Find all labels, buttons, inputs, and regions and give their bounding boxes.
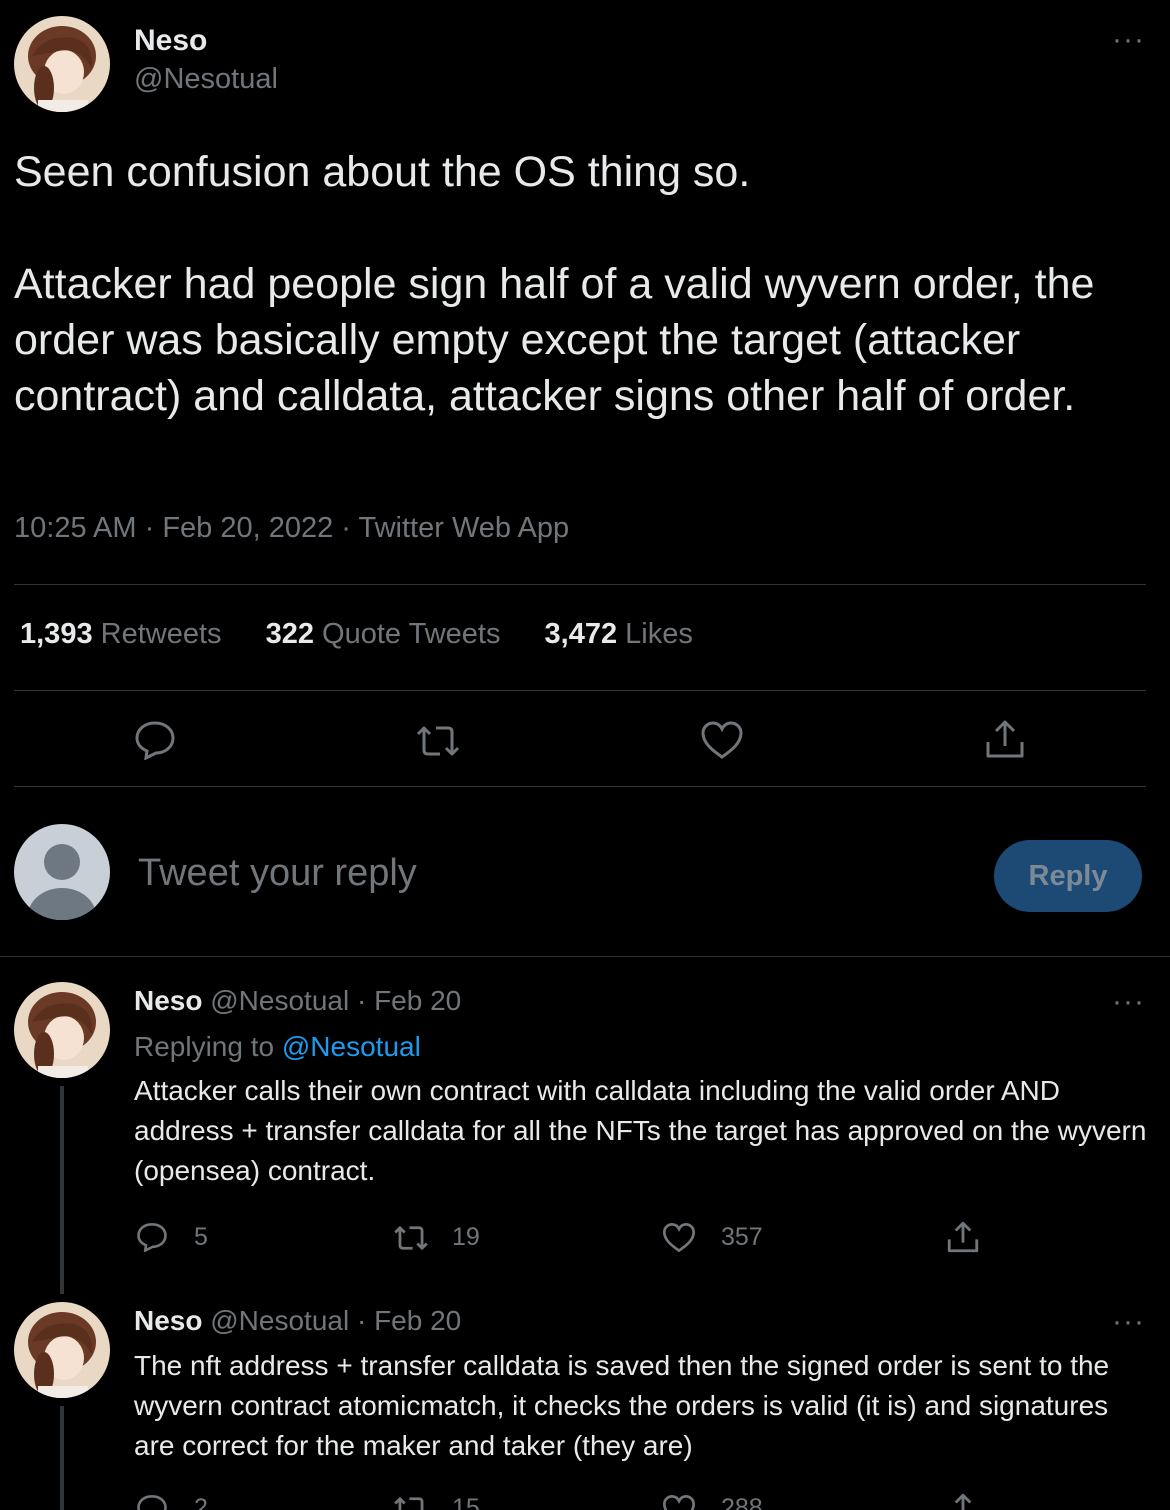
- share-icon[interactable]: [946, 1220, 980, 1259]
- retweet-count: 15: [452, 1494, 480, 1510]
- like-count: 288: [721, 1494, 763, 1510]
- reply-text: The nft address + transfer calldata is s…: [134, 1350, 1110, 1461]
- reply-header: Neso @Nesotual · Feb 20: [134, 985, 461, 1017]
- tweet-text: Seen confusion about the OS thing so. At…: [14, 144, 1154, 424]
- reply-icon[interactable]: [134, 720, 176, 765]
- retweet-count: 19: [452, 1223, 480, 1251]
- replying-to: Replying to @Nesotual: [134, 1031, 421, 1063]
- reply-icon[interactable]: [136, 1494, 168, 1510]
- divider: [14, 584, 1146, 585]
- thread-connector: [60, 1086, 64, 1294]
- divider: [0, 956, 1170, 957]
- more-icon[interactable]: ···: [1112, 1307, 1145, 1337]
- reply-input[interactable]: Tweet your reply: [138, 852, 417, 895]
- retweets-count: 1,393: [20, 618, 93, 650]
- quotes-stat[interactable]: 322 Quote Tweets: [266, 618, 501, 650]
- retweet-icon[interactable]: [414, 722, 462, 765]
- default-avatar-icon: [14, 824, 110, 920]
- likes-stat[interactable]: 3,472 Likes: [545, 618, 693, 650]
- tweet-page: Neso @Nesotual ··· Seen confusion about …: [0, 0, 1170, 1510]
- like-count: 357: [721, 1223, 763, 1251]
- quotes-label: Quote Tweets: [322, 618, 501, 650]
- divider: [14, 786, 1146, 787]
- share-icon[interactable]: [984, 718, 1026, 765]
- like-icon[interactable]: [662, 1222, 696, 1258]
- retweet-icon[interactable]: [392, 1223, 430, 1258]
- replying-to-link[interactable]: @Nesotual: [282, 1031, 421, 1062]
- tweet-text-paragraph: Seen confusion about the OS thing so.: [14, 148, 751, 196]
- reply-author-handle[interactable]: @Nesotual: [210, 985, 349, 1016]
- reply-header: Neso @Nesotual · Feb 20: [134, 1305, 461, 1337]
- reply-date[interactable]: Feb 20: [374, 985, 461, 1016]
- divider: [14, 690, 1146, 691]
- reply-button[interactable]: Reply: [994, 840, 1142, 912]
- tweet-stats: 1,393 Retweets 322 Quote Tweets 3,472 Li…: [20, 618, 729, 651]
- likes-count: 3,472: [544, 618, 618, 650]
- likes-label: Likes: [625, 618, 693, 650]
- separator-dot: ·: [144, 512, 163, 544]
- author-handle[interactable]: @Nesotual: [134, 63, 278, 96]
- reply-text: Attacker calls their own contract with c…: [134, 1075, 1147, 1186]
- reply-count: 5: [194, 1223, 208, 1251]
- reply-icon[interactable]: [136, 1222, 168, 1257]
- reply-author-name[interactable]: Neso: [134, 1305, 202, 1336]
- tweet-time[interactable]: 10:25 AM: [14, 512, 137, 544]
- reply-avatar[interactable]: [14, 1302, 110, 1398]
- tweet-date[interactable]: Feb 20, 2022: [162, 512, 333, 544]
- reply-author-handle[interactable]: @Nesotual: [210, 1305, 349, 1336]
- retweets-label: Retweets: [100, 618, 222, 650]
- replying-prefix: Replying to: [134, 1031, 275, 1062]
- reply-count: 2: [194, 1494, 208, 1510]
- retweet-icon[interactable]: [392, 1494, 430, 1510]
- tweet-text-paragraph: Attacker had people sign half of a valid…: [14, 260, 1095, 420]
- thread-connector: [60, 1406, 64, 1510]
- quotes-count: 322: [265, 618, 314, 650]
- more-icon[interactable]: ···: [1112, 987, 1145, 1017]
- separator-dot: ·: [356, 985, 367, 1016]
- reply-date[interactable]: Feb 20: [374, 1305, 461, 1336]
- tweet-source[interactable]: Twitter Web App: [359, 512, 570, 544]
- retweets-stat[interactable]: 1,393 Retweets: [20, 618, 222, 650]
- author-name[interactable]: Neso: [134, 24, 207, 58]
- more-icon[interactable]: ···: [1112, 25, 1145, 55]
- like-icon[interactable]: [662, 1494, 696, 1510]
- reply-author-name[interactable]: Neso: [134, 985, 202, 1016]
- share-icon[interactable]: [946, 1492, 980, 1510]
- like-icon[interactable]: [700, 720, 744, 765]
- tweet-meta: 10:25 AM · Feb 20, 2022 · Twitter Web Ap…: [14, 512, 569, 545]
- author-avatar[interactable]: [14, 16, 110, 112]
- separator-dot: ·: [341, 512, 359, 544]
- reply-avatar[interactable]: [14, 982, 110, 1078]
- separator-dot: ·: [356, 1305, 367, 1336]
